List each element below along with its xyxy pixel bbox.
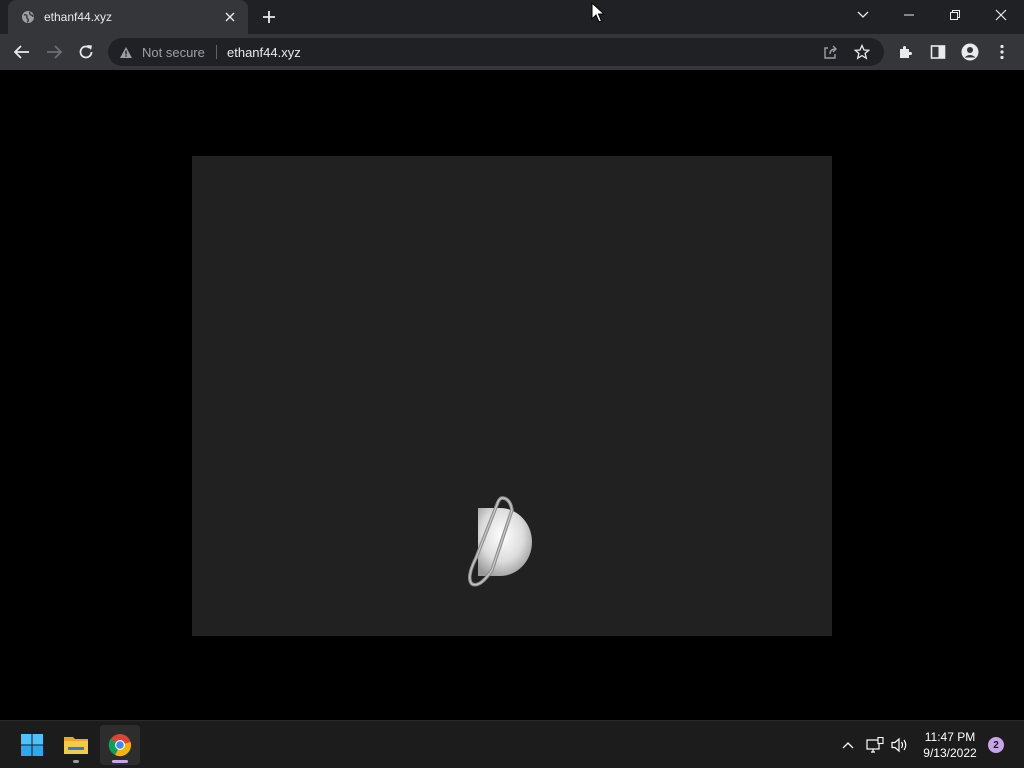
- side-panel-icon: [930, 45, 946, 59]
- planet-sprite: [468, 496, 532, 587]
- puzzle-icon: [900, 46, 912, 58]
- warning-triangle-icon[interactable]: [118, 44, 134, 60]
- extensions-button[interactable]: [892, 38, 920, 66]
- game-canvas[interactable]: [192, 156, 832, 636]
- forward-button[interactable]: [40, 38, 68, 66]
- url-text[interactable]: ethanf44.xyz: [227, 45, 301, 60]
- chevron-down-icon: [857, 11, 869, 18]
- tab-strip: ethanf44.xyz: [0, 0, 1024, 34]
- start-button[interactable]: [12, 725, 52, 765]
- restore-icon: [950, 10, 960, 20]
- star-icon[interactable]: [852, 42, 872, 62]
- windows-logo-icon: [21, 734, 43, 756]
- close-window-button[interactable]: [978, 0, 1024, 30]
- clock-time: 11:47 PM: [924, 730, 976, 744]
- chrome-taskbar-button[interactable]: [100, 725, 140, 765]
- browser-window: ethanf44.xyz Not secure ethanf44.xyz 11:…: [0, 0, 1024, 768]
- system-clock[interactable]: 11:47 PM 9/13/2022: [916, 729, 984, 761]
- page-viewport: [0, 71, 1024, 719]
- share-icon[interactable]: [820, 42, 840, 62]
- side-panel-button[interactable]: [924, 38, 952, 66]
- reload-button[interactable]: [72, 38, 100, 66]
- reload-icon: [79, 45, 93, 59]
- forward-arrow-icon: [47, 45, 62, 59]
- security-label[interactable]: Not secure: [142, 45, 205, 60]
- notification-badge[interactable]: 2: [988, 737, 1004, 753]
- browser-toolbar: Not secure ethanf44.xyz: [0, 34, 1024, 71]
- volume-icon[interactable]: [890, 735, 910, 755]
- menu-button[interactable]: [988, 38, 1016, 66]
- divider: [216, 45, 217, 59]
- address-bar[interactable]: Not secure ethanf44.xyz: [108, 38, 884, 66]
- minimize-icon: [904, 14, 914, 16]
- clock-date: 9/13/2022: [923, 746, 977, 760]
- folder-icon: [64, 737, 88, 754]
- kebab-menu-icon: [1000, 44, 1004, 60]
- tab-active[interactable]: ethanf44.xyz: [8, 0, 248, 34]
- chrome-icon: [108, 734, 131, 757]
- app-indicator: [73, 760, 79, 763]
- window-controls: [886, 0, 1024, 30]
- back-button[interactable]: [8, 38, 36, 66]
- profile-icon: [961, 43, 979, 61]
- active-app-indicator: [112, 760, 128, 763]
- file-explorer-button[interactable]: [56, 725, 96, 765]
- chevron-up-icon[interactable]: [838, 735, 858, 755]
- profile-button[interactable]: [956, 38, 984, 66]
- tab-title: ethanf44.xyz: [44, 10, 113, 24]
- back-arrow-icon: [14, 45, 29, 59]
- close-icon[interactable]: [222, 9, 238, 25]
- minimize-button[interactable]: [886, 0, 932, 30]
- tab-search-button[interactable]: [850, 4, 876, 26]
- network-icon[interactable]: [865, 735, 885, 755]
- restore-button[interactable]: [932, 0, 978, 30]
- globe-icon: [20, 9, 36, 25]
- plus-icon: [263, 11, 275, 23]
- taskbar: 11:47 PM 9/13/2022 2: [0, 720, 1024, 768]
- new-tab-button[interactable]: [258, 7, 280, 27]
- close-icon: [995, 9, 1007, 21]
